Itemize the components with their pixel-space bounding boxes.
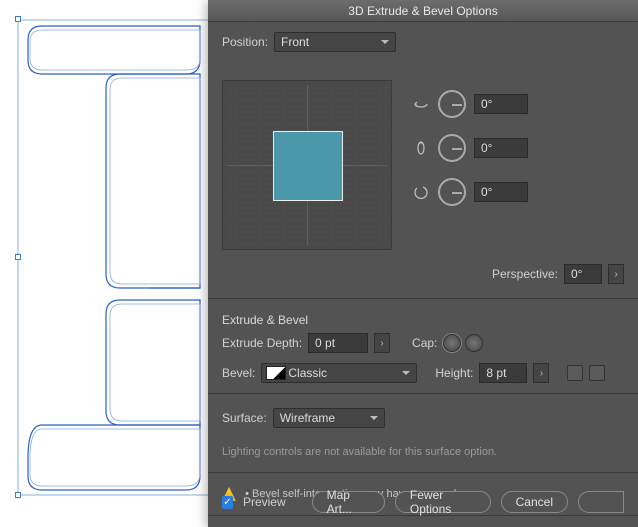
extrude-section-title: Extrude & Bevel [208,303,638,333]
perspective-input[interactable]: 0° [564,264,602,284]
height-stepper[interactable]: › [533,363,549,383]
document-canvas[interactable] [0,0,210,527]
cap-off-button[interactable] [465,334,483,352]
height-label: Height: [435,366,473,380]
surface-select[interactable]: Wireframe [273,408,385,428]
surface-label: Surface: [222,411,267,425]
perspective-label: Perspective: [492,267,558,281]
position-select[interactable]: Front [274,32,396,52]
selection-handle[interactable] [15,492,21,498]
height-input[interactable]: 8 pt [479,363,527,383]
preview-label: Preview [243,495,286,509]
rotation-preview[interactable] [222,80,392,250]
dialog-title: 3D Extrude & Bevel Options [208,0,638,22]
cap-label: Cap: [412,336,437,350]
bevel-label: Bevel: [222,366,255,380]
map-art-button[interactable]: Map Art... [312,491,385,513]
ok-button-partial[interactable] [578,491,624,513]
position-value: Front [281,35,309,49]
extrude-bevel-dialog: 3D Extrude & Bevel Options Position: Fro… [208,0,638,527]
perspective-stepper[interactable]: › [608,264,624,284]
bevel-extent-in-icon[interactable] [567,365,583,381]
rotate-x-input[interactable]: 0° [474,94,528,114]
preview-checkbox[interactable]: ✓ [222,496,233,509]
fewer-options-button[interactable]: Fewer Options [395,491,491,513]
rotate-y-input[interactable]: 0° [474,138,528,158]
rotate-z-icon [412,183,430,201]
surface-value: Wireframe [280,411,335,425]
bevel-select[interactable]: Classic [261,363,417,383]
extrude-depth-stepper[interactable]: › [374,333,390,353]
extrude-depth-input[interactable]: 0 pt [308,333,368,353]
bevel-value: Classic [288,366,327,380]
rotate-z-dial[interactable] [438,178,466,206]
position-label: Position: [222,35,268,49]
artwork-outline [0,0,210,527]
cancel-button[interactable]: Cancel [501,491,568,513]
rotate-y-icon [412,139,430,157]
selection-handle[interactable] [15,16,21,22]
lighting-note: Lighting controls are not available for … [208,442,638,468]
bevel-extent-out-icon[interactable] [589,365,605,381]
rotate-x-dial[interactable] [438,90,466,118]
selection-handle[interactable] [15,254,21,260]
rotate-x-icon [412,95,430,113]
cap-on-button[interactable] [443,334,461,352]
extrude-depth-label: Extrude Depth: [222,336,302,350]
preview-face[interactable] [273,131,343,201]
rotate-z-input[interactable]: 0° [474,182,528,202]
rotate-y-dial[interactable] [438,134,466,162]
bevel-swatch-icon [266,366,286,380]
